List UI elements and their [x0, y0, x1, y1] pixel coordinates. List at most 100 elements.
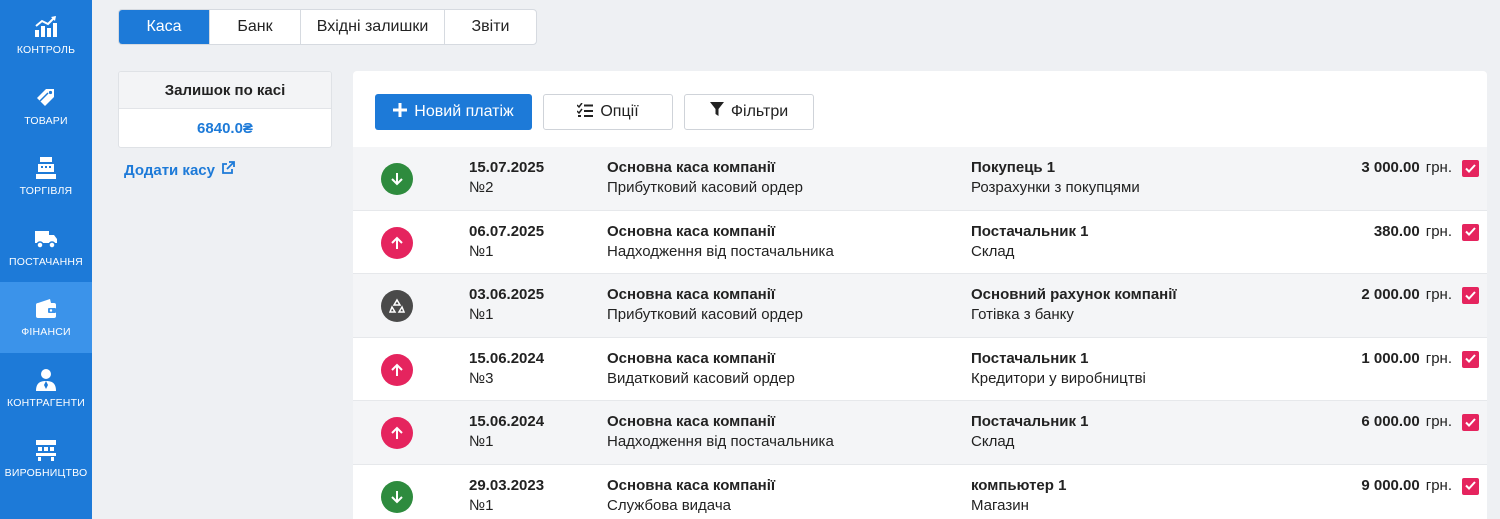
sidebar-item-label: ФІНАНСИ: [21, 326, 71, 339]
sidebar-item-finance[interactable]: ФІНАНСИ: [0, 282, 92, 353]
date-cell: 15.06.2024 №3: [469, 349, 544, 389]
amount-cell: 380.00 грн.: [1374, 222, 1452, 242]
kasa-cell: Основна каса компанії Службова видача: [607, 476, 775, 516]
payment-category: Магазин: [971, 496, 1029, 514]
row-checkbox[interactable]: [1462, 287, 1479, 304]
add-kasa-link[interactable]: Додати касу: [124, 161, 235, 179]
payment-row[interactable]: 06.07.2025 №1 Основна каса компанії Надх…: [353, 211, 1487, 274]
payment-kasa: Основна каса компанії: [607, 286, 776, 303]
arrow-up-icon: [381, 353, 413, 386]
payment-number: №2: [469, 179, 494, 196]
new-payment-button[interactable]: Новий платіж: [375, 94, 532, 130]
payment-amount: 380.00: [1373, 222, 1420, 240]
options-button[interactable]: Опції: [543, 94, 673, 130]
payment-category: Готівка з банку: [971, 306, 1074, 323]
filter-icon: [709, 102, 724, 122]
amount-cell: 1 000.00 грн.: [1361, 349, 1452, 369]
amount-cell: 9 000.00 грн.: [1361, 476, 1452, 496]
kasa-cell: Основна каса компанії Надходження від по…: [607, 412, 834, 452]
payment-type: Службова видача: [607, 496, 731, 514]
payment-row[interactable]: 03.06.2025 №1 Основна каса компанії Приб…: [353, 274, 1487, 338]
chart-icon: [33, 14, 59, 40]
payments-panel: Новий платіж Опції Фільтри 15.07.2025 №2: [353, 71, 1487, 519]
sidebar-item-label: ТОРГІВЛЯ: [19, 185, 73, 198]
payment-kasa: Основна каса компанії: [607, 159, 776, 176]
kasa-cell: Основна каса компанії Надходження від по…: [607, 222, 834, 262]
payment-amount: 1 000.00: [1361, 349, 1420, 367]
tab-reports[interactable]: Звіти: [445, 10, 536, 44]
row-checkbox[interactable]: [1462, 414, 1479, 431]
new-payment-label: Новий платіж: [414, 103, 514, 120]
balance-title: Залишок по касі: [119, 72, 331, 109]
payment-party: компьютер 1: [971, 476, 1067, 494]
row-checkbox[interactable]: [1462, 223, 1479, 241]
payment-row[interactable]: 15.06.2024 №3 Основна каса компанії Вида…: [353, 338, 1487, 401]
sidebar-item-supply[interactable]: ПОСТАЧАННЯ: [0, 212, 92, 283]
payment-amount: 2 000.00: [1361, 286, 1420, 303]
payment-party: Постачальник 1: [971, 413, 1089, 430]
party-cell: Постачальник 1 Кредитори у виробництві: [971, 349, 1146, 389]
party-cell: Покупець 1 Розрахунки з покупцями: [971, 158, 1140, 198]
tab-opening-balances[interactable]: Вхідні залишки: [301, 10, 445, 44]
check-icon: [1465, 160, 1476, 178]
payment-date: 03.06.2025: [469, 286, 545, 303]
kasa-cell: Основна каса компанії Видатковий касовий…: [607, 349, 795, 389]
payment-currency: грн.: [1425, 349, 1452, 367]
payment-amount: 9 000.00: [1361, 476, 1420, 494]
payment-row[interactable]: 29.03.2023 №1 Основна каса компанії Служ…: [353, 465, 1487, 519]
arrow-down-icon: [381, 163, 413, 195]
payment-number: №1: [469, 433, 494, 450]
payment-kasa: Основна каса компанії: [607, 222, 776, 240]
tags-icon: [33, 85, 59, 111]
payment-category: Склад: [971, 433, 1015, 450]
kasa-cell: Основна каса компанії Прибутковий касови…: [607, 285, 803, 325]
filters-button[interactable]: Фільтри: [684, 94, 814, 130]
party-cell: Постачальник 1 Склад: [971, 412, 1089, 452]
sidebar-item-goods[interactable]: ТОВАРИ: [0, 71, 92, 142]
wallet-icon: [33, 296, 59, 322]
tab-bank[interactable]: Банк: [210, 10, 301, 44]
row-checkbox[interactable]: [1462, 160, 1479, 177]
cash-register-icon: [33, 155, 59, 181]
payment-type: Прибутковий касовий ордер: [607, 179, 804, 196]
user-icon: [33, 367, 59, 393]
payment-type: Надходження від постачальника: [607, 433, 834, 450]
payment-amount: 3 000.00: [1361, 159, 1420, 176]
sidebar-item-control[interactable]: КОНТРОЛЬ: [0, 0, 92, 71]
payment-row[interactable]: 15.06.2024 №1 Основна каса компанії Надх…: [353, 401, 1487, 465]
check-icon: [1465, 287, 1476, 305]
row-checkbox[interactable]: [1462, 350, 1479, 368]
filters-label: Фільтри: [730, 103, 789, 120]
date-cell: 15.06.2024 №1: [469, 412, 544, 452]
sidebar-item-production[interactable]: ВИРОБНИЦТВО: [0, 423, 92, 494]
payment-type: Видатковий касовий ордер: [607, 369, 795, 387]
payment-row[interactable]: 15.07.2025 №2 Основна каса компанії Приб…: [353, 147, 1487, 211]
date-cell: 29.03.2023 №1: [469, 476, 544, 516]
row-checkbox[interactable]: [1462, 477, 1479, 495]
sidebar-item-trade[interactable]: ТОРГІВЛЯ: [0, 141, 92, 212]
sidebar-item-label: ВИРОБНИЦТВО: [4, 467, 88, 480]
payment-party: Покупець 1: [971, 159, 1056, 176]
payment-party: Основний рахунок компанії: [971, 286, 1177, 303]
check-icon: [1465, 414, 1476, 432]
options-label: Опції: [600, 103, 639, 120]
payment-date: 15.06.2024: [469, 413, 545, 430]
arrow-down-icon: [381, 480, 413, 513]
payment-number: №1: [469, 306, 494, 323]
add-kasa-label: Додати касу: [124, 161, 215, 179]
sidebar-item-contractors[interactable]: КОНТРАГЕНТИ: [0, 353, 92, 424]
factory-icon: [33, 437, 59, 463]
payment-currency: грн.: [1425, 222, 1452, 240]
payment-date: 15.06.2024: [469, 349, 545, 367]
date-cell: 15.07.2025 №2: [469, 158, 544, 198]
payment-party: Постачальник 1: [971, 349, 1089, 367]
sidebar: КОНТРОЛЬ ТОВАРИ ТОРГІВЛЯ ПОСТАЧАННЯ ФІНА…: [0, 0, 92, 519]
tab-kasa[interactable]: Каса: [119, 10, 210, 44]
payments-list: 15.07.2025 №2 Основна каса компанії Приб…: [353, 147, 1487, 519]
payment-category: Кредитори у виробництві: [971, 369, 1146, 387]
payment-amount: 6 000.00: [1361, 413, 1420, 430]
payment-type: Надходження від постачальника: [607, 242, 834, 260]
date-cell: 03.06.2025 №1: [469, 285, 544, 325]
date-cell: 06.07.2025 №1: [469, 222, 544, 262]
party-cell: компьютер 1 Магазин: [971, 476, 1066, 516]
